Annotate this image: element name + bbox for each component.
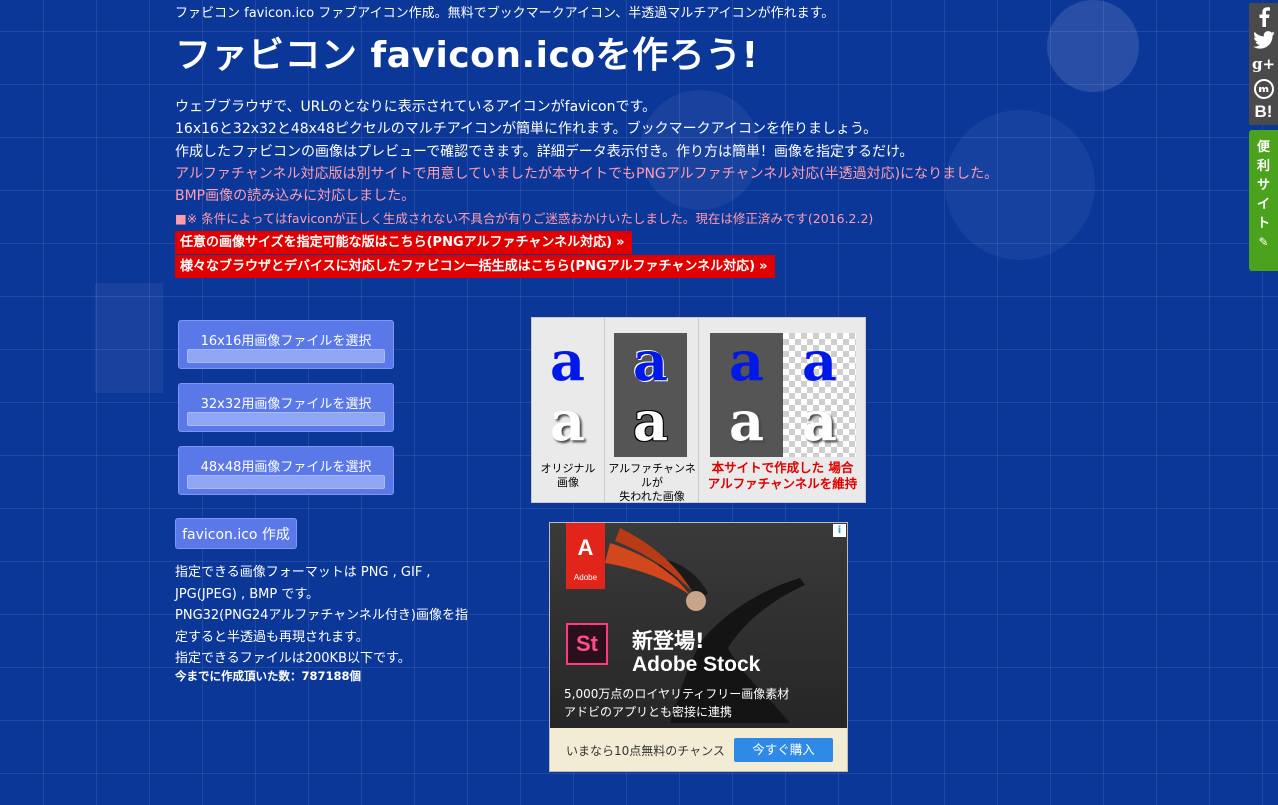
tab-char: 便	[1256, 140, 1270, 155]
sample-glyph-white: a	[633, 389, 668, 453]
ad-cta-bar: いまなら10点無料のチャンス 今すぐ購入	[550, 728, 847, 771]
format-info-line: 指定できる画像フォーマットは PNG , GIF ,	[175, 565, 431, 580]
arrow-icon: »	[759, 259, 768, 274]
original-image-column: a a オリジナル 画像	[532, 318, 604, 502]
ad-cta-text: いまなら10点無料のチャンス	[566, 744, 725, 758]
social-share-bar: g+ B!	[1249, 3, 1278, 125]
format-info-line: 定すると半透過も再現されます。	[175, 629, 369, 645]
count-value: 787188	[301, 669, 350, 683]
background-square-decoration	[95, 283, 163, 393]
sample-glyph-blue: a	[802, 329, 837, 393]
caption-line: 失われた画像	[619, 490, 685, 503]
caption-original: オリジナル 画像	[532, 462, 604, 490]
intro-line-alpha: アルファチャンネル対応版は別サイトで用意していましたが本サイトでもPNGアルファ…	[175, 165, 999, 182]
sample-glyph-blue: a	[550, 329, 585, 393]
ad-product-name: Adobe Stock	[632, 653, 761, 676]
file-select-label: 16x16用画像ファイルを選択	[200, 334, 372, 349]
adobe-logo: A Adobe	[566, 523, 605, 589]
ad-info-icon[interactable]: i	[833, 524, 846, 537]
adobe-logo-text: Adobe	[573, 573, 598, 582]
google-plus-icon[interactable]: g+	[1249, 53, 1278, 77]
intro-line: ウェブブラウザで、URLのとなりに表示されているアイコンがfaviconです。	[175, 99, 657, 115]
pencil-icon: ✎	[1258, 235, 1269, 249]
caption-lost-alpha: アルファチャンネルが 失われた画像	[605, 462, 699, 504]
tab-char: サ	[1256, 178, 1270, 193]
file-select-16: 16x16用画像ファイルを選択	[178, 320, 394, 369]
format-info-line: JPG(JPEG) , BMP です。	[175, 586, 320, 602]
caption-line: アルファチャンネルを維持	[707, 476, 858, 491]
link-text: 任意の画像サイズを指定可能な版はこちら(PNGアルファチャンネル対応)	[180, 235, 613, 250]
lost-alpha-column: a a アルファチャンネルが 失われた画像	[604, 318, 699, 504]
adobe-stock-icon: St	[566, 623, 608, 665]
background-circle-decoration	[1047, 0, 1139, 92]
custom-size-version-link[interactable]: 任意の画像サイズを指定可能な版はこちら(PNGアルファチャンネル対応)»	[175, 231, 633, 254]
site-tagline: ファビコン favicon.ico ファブアイコン作成。無料でブックマークアイコ…	[175, 6, 835, 21]
mixi-icon[interactable]	[1249, 77, 1278, 101]
alpha-preview-illustration: a a オリジナル 画像 a a アルファチャンネルが 失われた画像 a a a…	[531, 317, 866, 503]
count-unit: 個	[349, 669, 362, 683]
ad-headline: 新登場!	[632, 629, 705, 653]
arrow-icon: »	[616, 235, 625, 250]
format-info-line: 指定できるファイルは200KB以下です。	[175, 651, 411, 666]
sample-glyph-blue: a	[729, 329, 764, 393]
intro-line: 作成したファビコンの画像はプレビューで確認できます。詳細データ表示付き。作り方は…	[175, 143, 914, 160]
creation-count: 今までに作成頂いた数：787188個	[175, 668, 361, 684]
intro-line: 16x16と32x32と48x48ピクセルのマルチアイコンが簡単に作れます。ブッ…	[175, 121, 878, 138]
useful-sites-tab[interactable]: 便 利 サ イ ト ✎	[1249, 130, 1278, 271]
link-text: 様々なブラウザとデバイスに対応したファビコン一括生成はこちら(PNGアルファチャ…	[180, 259, 756, 274]
ad-buy-button[interactable]: 今すぐ購入	[734, 738, 833, 762]
sample-glyph-white: a	[729, 389, 764, 453]
create-favicon-button[interactable]: favicon.ico 作成	[175, 518, 297, 549]
bug-notice: ■※ 条件によってはfaviconが正しく生成されない不具合が有りご迷惑おかけい…	[175, 211, 874, 226]
count-label: 今までに作成頂いた数：	[175, 669, 302, 683]
format-info: 指定できる画像フォーマットは PNG , GIF , JPG(JPEG) , B…	[175, 562, 468, 670]
sample-glyph-blue: a	[633, 329, 668, 393]
twitter-icon[interactable]	[1249, 29, 1278, 53]
hatena-bookmark-icon[interactable]: B!	[1249, 101, 1278, 125]
kept-alpha-column: a a a a 本サイトで作成した 場合 アルファチャンネルを維持	[698, 318, 866, 502]
format-info-line: PNG32(PNG24アルファチャンネル付き)画像を指	[175, 608, 468, 623]
tab-char: ト	[1256, 216, 1270, 231]
all-devices-generator-link[interactable]: 様々なブラウザとデバイスに対応したファビコン一括生成はこちら(PNGアルファチャ…	[175, 255, 776, 278]
intro-line-bmp: BMP画像の読み込みに対応しました。	[175, 188, 416, 205]
file-input-32[interactable]	[187, 412, 385, 426]
caption-line: 本サイトで作成した 場合	[711, 460, 854, 475]
caption-line: オリジナル	[540, 462, 596, 475]
file-input-16[interactable]	[187, 349, 385, 363]
caption-line: アルファチャンネルが	[608, 462, 696, 489]
file-select-48: 48x48用画像ファイルを選択	[178, 446, 394, 495]
file-select-label: 32x32用画像ファイルを選択	[200, 397, 372, 412]
ad-image: A Adobe St 新登場! Adobe Stock 5,000万点のロイヤリ…	[550, 523, 847, 728]
file-select-32: 32x32用画像ファイルを選択	[178, 383, 394, 432]
page-title: ファビコン favicon.icoを作ろう!	[175, 35, 759, 76]
file-select-label: 48x48用画像ファイルを選択	[200, 460, 372, 475]
ad-subtext: アドビのアプリとも密接に連携	[564, 705, 733, 719]
tab-char: イ	[1256, 197, 1270, 212]
ad-subtext: 5,000万点のロイヤリティフリー画像素材	[564, 687, 790, 701]
intro-description: ウェブブラウザで、URLのとなりに表示されているアイコンがfaviconです。 …	[175, 96, 998, 207]
sample-glyph-white: a	[550, 389, 585, 453]
file-input-48[interactable]	[187, 475, 385, 489]
tab-char: 利	[1256, 159, 1270, 174]
sample-glyph-white: a	[802, 389, 837, 453]
useful-sites-tab-label: 便 利 サ イ ト ✎	[1249, 138, 1278, 252]
caption-kept-alpha: 本サイトで作成した 場合 アルファチャンネルを維持	[699, 460, 866, 492]
adobe-stock-ad[interactable]: A Adobe St 新登場! Adobe Stock 5,000万点のロイヤリ…	[549, 522, 848, 772]
caption-line: 画像	[557, 476, 579, 489]
adobe-logo-mark: A	[577, 535, 594, 560]
facebook-icon[interactable]	[1249, 5, 1278, 29]
